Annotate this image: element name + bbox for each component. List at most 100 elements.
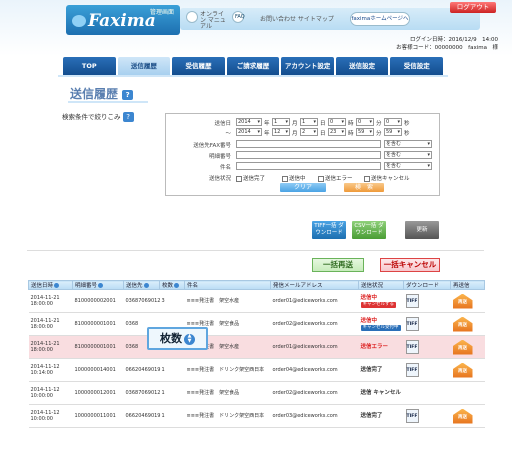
menu-send-history[interactable]: 送信履歴 (117, 57, 171, 75)
menu-receive-history[interactable]: 受信履歴 (172, 57, 225, 75)
faq-link[interactable]: FAQ (235, 14, 245, 20)
sort-icon[interactable] (174, 283, 180, 288)
to-sec-select[interactable]: 59 (384, 128, 402, 136)
tiff-icon[interactable]: TIFF (405, 363, 419, 377)
top-navigation: オンライン マニュアル FAQ お問い合わせ サイトマップ faximaホームペ… (180, 8, 480, 30)
col-date[interactable]: 送信日時 (28, 280, 73, 290)
menu-send-settings[interactable]: 送信設定 (335, 57, 389, 75)
tiff-bulk-download-button[interactable]: TIFF一括 ダウンロード (312, 221, 346, 239)
checkbox-icon (236, 175, 242, 182)
from-day-select[interactable]: 1 (300, 118, 318, 126)
from-year-select[interactable]: 2014 (236, 118, 262, 126)
cell-dest: 03687069012 (123, 289, 161, 313)
status-sending-checkbox[interactable]: 送信中 (282, 174, 306, 182)
status-error-checkbox[interactable]: 送信エラー (318, 174, 353, 182)
cell-download: TIFF (403, 312, 451, 336)
menu-top[interactable]: TOP (63, 57, 116, 75)
sort-icon[interactable] (98, 283, 104, 288)
cell-detail: 1000000011001 (72, 404, 124, 428)
customer-info: お客様コード：00000000 faxima 様 (396, 45, 498, 51)
cell-pages: 1 (159, 404, 185, 428)
to-min-select[interactable]: 59 (356, 128, 374, 136)
tiff-icon[interactable]: TIFF (405, 294, 419, 308)
resend-icon[interactable]: 再送 (452, 293, 473, 309)
from-min-select[interactable]: 0 (356, 118, 374, 126)
subject-match-select[interactable]: を含む (384, 162, 432, 170)
resend-icon[interactable]: 再送 (452, 316, 473, 332)
filter-label: 検索条件で絞りこみ ? (62, 111, 134, 122)
bulk-cancel-button[interactable]: 一括キャンセル (380, 258, 440, 272)
sort-icon[interactable] (54, 283, 60, 288)
subject-input[interactable] (236, 162, 381, 170)
tiff-icon[interactable]: TIFF (405, 409, 419, 423)
bulk-resend-button[interactable]: 一括再送 (312, 258, 364, 272)
sort-icon[interactable] (143, 283, 149, 288)
pages-sort-tooltip: 枚数 ▲ ▼ (147, 327, 208, 350)
checkbox-icon (318, 175, 324, 182)
online-manual-link[interactable]: オンライン マニュアル (200, 12, 228, 30)
from-hour-select[interactable]: 0 (328, 118, 346, 126)
cell-pages: 3 (159, 289, 185, 313)
logout-button[interactable]: ログアウト (450, 2, 496, 13)
cell-pages: 1 (159, 358, 185, 382)
resend-icon[interactable]: 再送 (452, 339, 473, 355)
cell-download (403, 381, 451, 405)
detail-match-select[interactable]: を含む (384, 151, 432, 159)
cell-email: order01@ediceworks.com (270, 335, 359, 359)
status-text: 送信エラー (360, 344, 389, 350)
col-dest[interactable]: 送信先 (123, 280, 160, 290)
refresh-button[interactable]: 更新 (405, 221, 439, 239)
page-title: 送信履歴 ? (70, 85, 134, 102)
clear-button[interactable]: クリア (280, 183, 326, 192)
status-complete-label: 送信完了 (243, 176, 266, 182)
cell-dest: 06620469019 (123, 358, 161, 382)
resend-icon[interactable]: 再送 (452, 362, 473, 378)
status-text: 送信完了 (360, 367, 383, 373)
divider (27, 250, 484, 251)
checkbox-icon (364, 175, 370, 182)
resend-icon[interactable]: 再送 (452, 408, 473, 424)
faxima-logo[interactable]: Faxima 管理画面 (66, 5, 180, 35)
to-hour-select[interactable]: 23 (328, 128, 346, 136)
to-year-select[interactable]: 2014 (236, 128, 262, 136)
cell-detail: 8100000001001 (72, 312, 124, 336)
csv-bulk-download-button[interactable]: CSV一括 ダウンロード (352, 221, 386, 239)
help-icon[interactable]: ? (122, 89, 134, 100)
tiff-icon[interactable]: TIFF (405, 340, 419, 354)
to-month-select[interactable]: 12 (272, 128, 290, 136)
faxima-home-link[interactable]: faximaホームページへ (350, 12, 410, 26)
status-sending-label: 送信中 (289, 176, 306, 182)
table-row: 2014-11-12 10:00:00 1000000011001 066204… (28, 404, 485, 428)
unit-month: 月 (292, 121, 298, 127)
menu-account-settings[interactable]: アカウント設定 (281, 57, 334, 75)
detail-row: 明細番号 を含む (166, 151, 441, 160)
cell-pages: 1 (159, 381, 185, 405)
cell-subject: ≡≡≡発注書 架空食品 (184, 381, 271, 405)
fax-input[interactable] (236, 140, 381, 148)
fax-match-select[interactable]: を含む (384, 140, 432, 148)
search-button[interactable]: 検 索 (344, 183, 384, 192)
status-row: 送信状況 送信完了 送信中 送信エラー 送信キャンセル (166, 173, 441, 182)
cell-status: 送信中 キャンセルする (358, 289, 404, 313)
unit-min: 分 (376, 121, 382, 127)
table-row: 2014-11-21 18:00:00 8100000002001 036870… (28, 289, 485, 313)
tiff-icon[interactable]: TIFF (405, 317, 419, 331)
status-cancel-checkbox[interactable]: 送信キャンセル (364, 174, 410, 182)
filter-help-icon[interactable]: ? (122, 112, 134, 122)
to-day-select[interactable]: 2 (300, 128, 318, 136)
from-month-select[interactable]: 1 (272, 118, 290, 126)
detail-label: 明細番号 (208, 154, 231, 160)
col-pages[interactable]: 枚数 (159, 280, 185, 290)
login-time: ログイン日時：2016/12/9 14:00 (409, 37, 498, 43)
menu-billing-history[interactable]: ご請求履歴 (226, 57, 280, 75)
from-sec-select[interactable]: 0 (384, 118, 402, 126)
contact-sitemap-link[interactable]: お問い合わせ サイトマップ (260, 14, 334, 23)
col-detail[interactable]: 明細番号 (72, 280, 124, 290)
cancel-button[interactable]: キャンセルする (360, 301, 396, 308)
detail-input[interactable] (236, 151, 381, 159)
status-complete-checkbox[interactable]: 送信完了 (236, 174, 265, 182)
logo-subtitle: 管理画面 (149, 9, 174, 16)
menu-receive-settings[interactable]: 受信設定 (390, 57, 444, 75)
tooltip-label: 枚数 (160, 332, 182, 345)
cell-resend: 再送 (450, 358, 485, 382)
